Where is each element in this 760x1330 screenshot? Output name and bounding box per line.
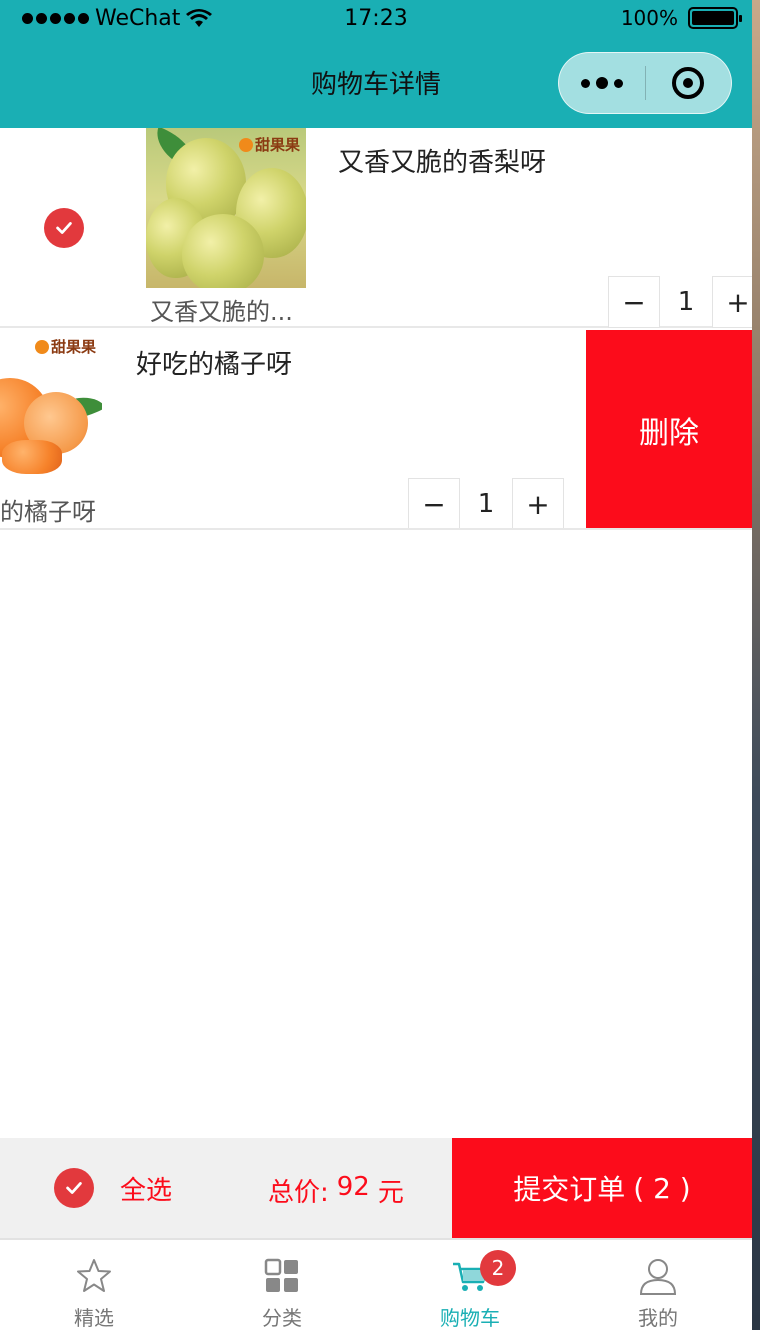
quantity-stepper: − 1 + bbox=[608, 276, 752, 328]
tab-profile[interactable]: 我的 bbox=[564, 1240, 752, 1330]
increase-button[interactable]: + bbox=[712, 276, 752, 328]
more-dot-icon bbox=[580, 78, 590, 88]
checkmark-icon bbox=[66, 1182, 82, 1194]
user-icon bbox=[639, 1259, 677, 1295]
increase-button[interactable]: + bbox=[512, 478, 564, 528]
product-image[interactable]: 甜果果 bbox=[0, 330, 102, 490]
delete-button[interactable]: 删除 bbox=[586, 330, 752, 528]
product-image[interactable]: 甜果果 bbox=[146, 128, 306, 288]
select-all-checkbox[interactable] bbox=[54, 1168, 94, 1208]
cart-count-badge: 2 bbox=[480, 1250, 516, 1286]
total-label: 总价: bbox=[268, 1178, 329, 1208]
cart-item: 甜果果 又香又脆的... 又香又脆的香梨呀 − 1 + bbox=[0, 128, 752, 328]
battery-indicator: 100% bbox=[620, 6, 742, 30]
tab-featured[interactable]: 精选 bbox=[0, 1240, 188, 1330]
orange-slice-shape bbox=[2, 440, 62, 474]
phone-screen: WeChat 17:23 100% 购物车详情 甜果果 又香又脆的... 又香又… bbox=[0, 0, 752, 1330]
quantity-value: 1 bbox=[677, 287, 695, 317]
select-all-label: 全选 bbox=[120, 1175, 173, 1206]
more-dot-icon bbox=[613, 78, 623, 88]
tab-label: 购物车 bbox=[440, 1306, 500, 1330]
star-icon bbox=[77, 1259, 111, 1292]
more-dot-icon bbox=[595, 77, 608, 89]
grid-icon bbox=[264, 1258, 298, 1292]
decrease-button[interactable]: − bbox=[608, 276, 660, 328]
cart-item: 甜果果 的橘子呀 好吃的橘子呀 − 1 + 删除 bbox=[0, 330, 752, 530]
status-bar: WeChat 17:23 100% bbox=[0, 0, 752, 40]
submit-order-button[interactable]: 提交订单 ( 2 ) bbox=[452, 1138, 752, 1238]
quantity-stepper: − 1 + bbox=[408, 478, 564, 528]
submit-count: ( 2 ) bbox=[633, 1171, 691, 1205]
target-icon bbox=[672, 67, 705, 99]
tab-bar: 精选 分类 购物车 2 我的 bbox=[0, 1238, 752, 1330]
quantity-value: 1 bbox=[477, 489, 495, 519]
pear-shape bbox=[182, 214, 264, 288]
more-menu-button[interactable] bbox=[559, 53, 645, 113]
checkmark-icon bbox=[56, 222, 72, 234]
battery-icon bbox=[688, 7, 742, 29]
total-price: 总价: 92 元 bbox=[268, 1172, 404, 1209]
mini-program-capsule bbox=[558, 52, 732, 114]
battery-percent: 100% bbox=[620, 6, 678, 30]
close-mini-program-button[interactable] bbox=[646, 53, 732, 113]
tab-label: 分类 bbox=[262, 1306, 302, 1330]
checkout-bar: 全选 总价: 92 元 提交订单 ( 2 ) bbox=[0, 1138, 752, 1238]
decrease-button[interactable]: − bbox=[408, 478, 460, 528]
product-title: 好吃的橘子呀 bbox=[136, 350, 293, 380]
brand-logo: 甜果果 bbox=[34, 336, 96, 357]
total-unit: 元 bbox=[377, 1178, 404, 1208]
brand-logo: 甜果果 bbox=[238, 134, 300, 155]
navigation-bar: 购物车详情 bbox=[0, 40, 752, 128]
tab-cart[interactable]: 购物车 2 bbox=[376, 1240, 564, 1330]
product-title: 又香又脆的香梨呀 bbox=[338, 148, 547, 178]
desktop-background bbox=[752, 0, 760, 1330]
item-checkbox[interactable] bbox=[44, 208, 84, 248]
select-all-toggle[interactable]: 全选 bbox=[54, 1168, 172, 1208]
product-caption: 又香又脆的... bbox=[150, 298, 293, 326]
tab-category[interactable]: 分类 bbox=[188, 1240, 376, 1330]
total-value: 92 bbox=[336, 1172, 370, 1202]
tab-label: 精选 bbox=[74, 1306, 114, 1330]
product-caption: 的橘子呀 bbox=[0, 498, 96, 526]
submit-label: 提交订单 bbox=[513, 1173, 626, 1206]
tab-label: 我的 bbox=[638, 1306, 678, 1330]
